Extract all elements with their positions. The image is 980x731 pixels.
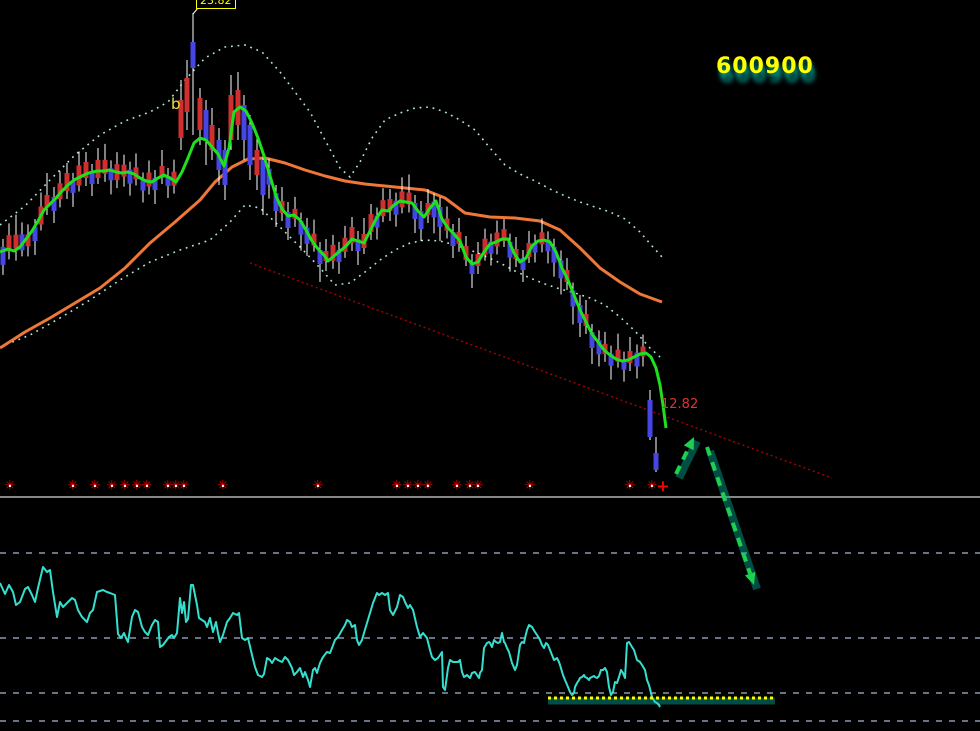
star-center-dot bbox=[221, 484, 225, 488]
candle-down bbox=[203, 110, 209, 140]
star-center-dot bbox=[93, 484, 97, 488]
star-center-dot bbox=[123, 484, 127, 488]
oscillator-gridlines bbox=[0, 552, 980, 722]
candle-up bbox=[184, 78, 190, 112]
arrow-shaft bbox=[705, 446, 753, 575]
symbol-code-label: 600900 bbox=[716, 54, 814, 79]
star-center-dot bbox=[468, 484, 472, 488]
signal-markers: ✳ ✳ ✳ ✳ ✳ ✳ ✳ ✳✳✳ ✳ ✳ ✳ ✳ ✳ ✳ ✳ ✳✳ ✳ ✳ ✳+ bbox=[5, 477, 670, 496]
star-center-dot bbox=[416, 484, 420, 488]
candle-down bbox=[190, 42, 196, 68]
star-center-dot bbox=[182, 484, 186, 488]
chart-window: ✳ ✳ ✳ ✳ ✳ ✳ ✳ ✳ ✳ ✳ ✳ ✳ ✳ ✳ ✳ ✳ ✳ ✳ ✳ ✳ ✳ ✳ + 23.82 b 600900 1… bbox=[0, 0, 980, 731]
star-center-dot bbox=[145, 484, 149, 488]
bollinger-bands bbox=[0, 44, 663, 358]
star-center-dot bbox=[8, 484, 12, 488]
candle-up bbox=[146, 172, 152, 187]
candle-down bbox=[260, 160, 266, 195]
candle-up bbox=[539, 232, 545, 245]
star-center-dot bbox=[174, 484, 178, 488]
candle-up bbox=[197, 98, 203, 130]
star-center-dot bbox=[166, 484, 170, 488]
plus-signal-icon: + bbox=[656, 477, 669, 496]
trend-arrows bbox=[674, 437, 761, 591]
arrow-head bbox=[683, 437, 694, 451]
candle-up bbox=[399, 191, 405, 208]
candle-up bbox=[121, 164, 127, 177]
star-center-dot bbox=[628, 484, 632, 488]
signal-b-marker: b bbox=[171, 95, 181, 113]
star-center-dot bbox=[316, 484, 320, 488]
star-center-dot bbox=[71, 484, 75, 488]
oscillator-line bbox=[0, 566, 661, 708]
trendline bbox=[249, 262, 833, 479]
band-dotted-line bbox=[0, 44, 663, 258]
star-center-dot bbox=[135, 484, 139, 488]
star-center-dot bbox=[110, 484, 114, 488]
star-center-dot bbox=[406, 484, 410, 488]
trendline-price-label: 12.82 bbox=[661, 397, 699, 412]
candle-down bbox=[247, 125, 253, 165]
arrow-head bbox=[744, 571, 756, 585]
chart-canvas[interactable]: ✳ ✳ ✳ ✳ ✳ ✳ ✳ ✳✳✳ ✳ ✳ ✳ ✳ ✳ ✳ ✳ ✳✳ ✳ ✳ ✳+ bbox=[0, 0, 980, 731]
star-center-dot bbox=[426, 484, 430, 488]
star-center-dot bbox=[650, 484, 654, 488]
star-center-dot bbox=[528, 484, 532, 488]
candle-up bbox=[13, 234, 19, 249]
star-center-dot bbox=[476, 484, 480, 488]
candle-up bbox=[95, 160, 101, 178]
candles bbox=[0, 13, 659, 472]
candle-down bbox=[653, 453, 659, 470]
star-center-dot bbox=[455, 484, 459, 488]
peak-price-flag: 23.82 bbox=[196, 0, 236, 9]
candle-up bbox=[254, 150, 260, 175]
candle-down bbox=[647, 400, 653, 437]
star-center-dot bbox=[395, 484, 399, 488]
